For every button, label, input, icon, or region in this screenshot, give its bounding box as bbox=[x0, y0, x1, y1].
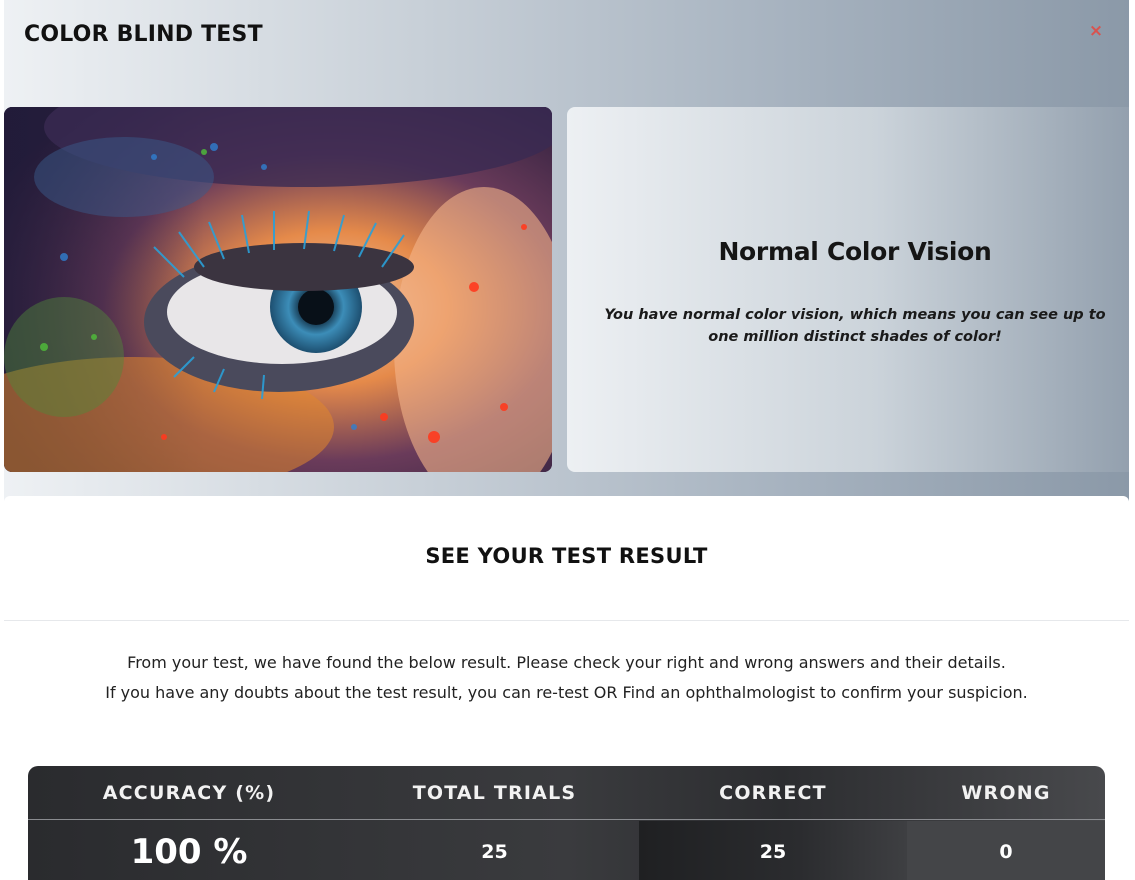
test-result-panel: SEE YOUR TEST RESULT From your test, we … bbox=[4, 496, 1129, 880]
correct-value: 25 bbox=[639, 821, 907, 880]
modal-header: COLOR BLIND TEST × bbox=[4, 0, 1129, 100]
color-blind-test-modal: COLOR BLIND TEST × Normal Color Vision Y… bbox=[4, 0, 1129, 880]
panel-title: SEE YOUR TEST RESULT bbox=[425, 544, 708, 568]
total-trials-header: TOTAL TRIALS bbox=[412, 782, 577, 804]
close-icon[interactable]: × bbox=[1089, 21, 1103, 41]
colorful-eye-icon bbox=[4, 107, 552, 472]
result-description: You have normal color vision, which mean… bbox=[604, 307, 1106, 345]
panel-text-line-1: From your test, we have found the below … bbox=[127, 653, 1006, 672]
stats-header-row: ACCURACY (%) TOTAL TRIALS CORRECT WRONG bbox=[28, 766, 1105, 820]
modal-title: COLOR BLIND TEST bbox=[24, 22, 263, 47]
accuracy-value: 100 % bbox=[130, 832, 248, 872]
panel-text-line-2: If you have any doubts about the test re… bbox=[105, 683, 1028, 702]
wrong-value: 0 bbox=[907, 821, 1105, 880]
correct-header: CORRECT bbox=[719, 782, 827, 804]
wrong-header: WRONG bbox=[961, 782, 1051, 804]
panel-text: From your test, we have found the below … bbox=[4, 648, 1129, 708]
close-button[interactable]: × bbox=[1086, 20, 1106, 42]
scrollbar-edge bbox=[1129, 0, 1135, 880]
accuracy-header: ACCURACY (%) bbox=[102, 782, 276, 804]
total-trials-value: 25 bbox=[481, 841, 508, 863]
colorful-eye-image bbox=[4, 107, 552, 472]
result-title: Normal Color Vision bbox=[718, 237, 992, 266]
stats-table: ACCURACY (%) TOTAL TRIALS CORRECT WRONG … bbox=[28, 766, 1105, 880]
result-card: Normal Color Vision You have normal colo… bbox=[567, 107, 1129, 472]
panel-divider bbox=[4, 620, 1129, 621]
